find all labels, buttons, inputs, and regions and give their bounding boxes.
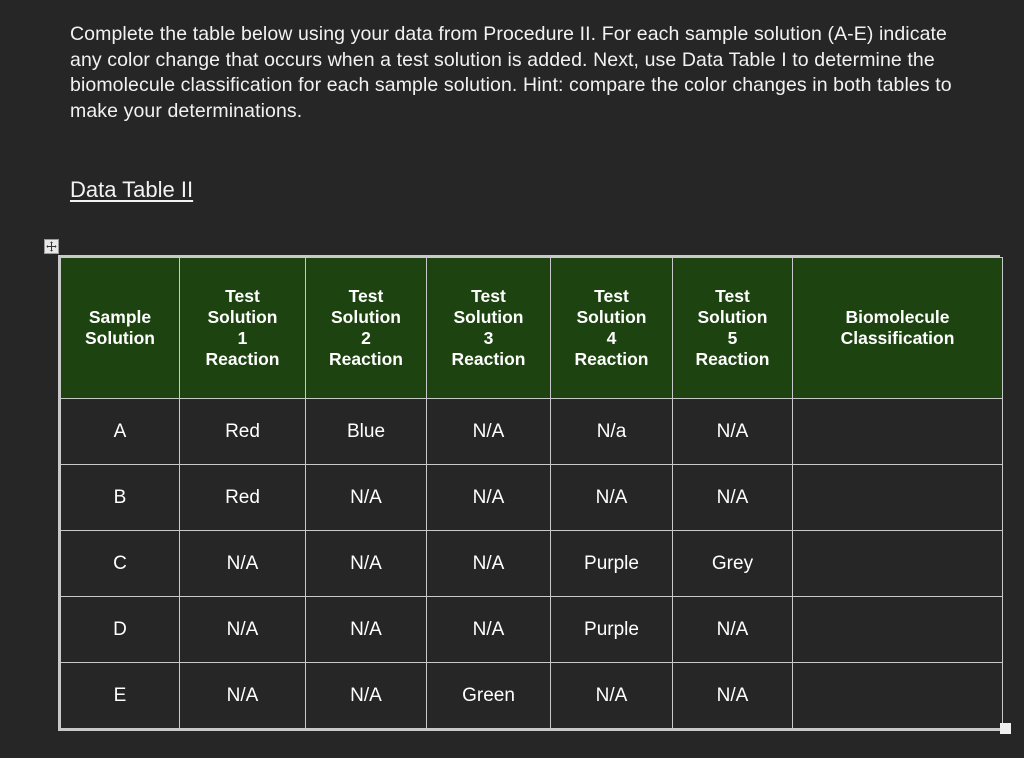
- cell-sample: D: [60, 596, 180, 663]
- column-header-sample-solution: Sample Solution: [60, 257, 180, 399]
- cell-classification[interactable]: [792, 398, 1003, 465]
- cell-ts4[interactable]: Purple: [550, 530, 673, 597]
- header-line: Reaction: [205, 349, 280, 369]
- table-row: D N/A N/A N/A Purple N/A: [60, 596, 1003, 663]
- header-line: Test: [471, 286, 506, 306]
- cell-ts3[interactable]: N/A: [426, 398, 551, 465]
- cell-ts1[interactable]: Red: [179, 398, 306, 465]
- resize-square-icon[interactable]: [1000, 723, 1011, 734]
- cell-ts3[interactable]: N/A: [426, 464, 551, 531]
- column-header-test-solution-4: Test Solution 4 Reaction: [550, 257, 673, 399]
- header-line: Classification: [840, 328, 955, 348]
- header-line: Solution: [697, 307, 768, 327]
- header-line: 4: [606, 328, 617, 348]
- cell-ts5[interactable]: Grey: [672, 530, 793, 597]
- move-cross-icon[interactable]: [44, 239, 59, 254]
- cell-ts5[interactable]: N/A: [672, 464, 793, 531]
- cell-ts2[interactable]: N/A: [305, 596, 427, 663]
- cell-ts5[interactable]: N/A: [672, 596, 793, 663]
- data-table-ii: Sample Solution Test Solution 1 Reaction…: [58, 255, 1003, 731]
- header-line: 5: [727, 328, 738, 348]
- column-header-test-solution-5: Test Solution 5 Reaction: [672, 257, 793, 399]
- cell-ts1[interactable]: N/A: [179, 596, 306, 663]
- cell-ts5[interactable]: N/A: [672, 398, 793, 465]
- cell-ts2[interactable]: N/A: [305, 464, 427, 531]
- header-line: Sample: [88, 307, 152, 327]
- cell-classification[interactable]: [792, 662, 1003, 729]
- header-line: Solution: [453, 307, 524, 327]
- header-line: Test: [715, 286, 750, 306]
- header-line: Biomolecule: [845, 307, 950, 327]
- header-line: Reaction: [574, 349, 649, 369]
- cell-ts4[interactable]: N/a: [550, 398, 673, 465]
- page-title: Data Table II: [70, 177, 194, 202]
- cell-ts2[interactable]: N/A: [305, 662, 427, 729]
- header-line: Test: [348, 286, 384, 306]
- header-line: Solution: [576, 307, 647, 327]
- header-line: Reaction: [451, 349, 526, 369]
- column-header-test-solution-3: Test Solution 3 Reaction: [426, 257, 551, 399]
- cell-ts3[interactable]: Green: [426, 662, 551, 729]
- table-header-row: Sample Solution Test Solution 1 Reaction…: [60, 257, 1003, 399]
- cell-classification[interactable]: [792, 596, 1003, 663]
- header-line: 1: [237, 328, 248, 348]
- header-line: 3: [483, 328, 494, 348]
- column-header-biomolecule-classification: Biomolecule Classification: [792, 257, 1003, 399]
- header-line: Solution: [85, 328, 155, 348]
- cell-ts2[interactable]: Blue: [305, 398, 427, 465]
- header-line: Test: [225, 286, 260, 306]
- table-row: C N/A N/A N/A Purple Grey: [60, 530, 1003, 597]
- cell-ts1[interactable]: N/A: [179, 530, 306, 597]
- cell-sample: E: [60, 662, 180, 729]
- column-header-test-solution-2: Test Solution 2 Reaction: [305, 257, 427, 399]
- header-line: Solution: [331, 307, 401, 327]
- header-line: Reaction: [695, 349, 770, 369]
- cell-ts2[interactable]: N/A: [305, 530, 427, 597]
- cell-ts1[interactable]: N/A: [179, 662, 306, 729]
- cell-ts3[interactable]: N/A: [426, 530, 551, 597]
- cell-ts4[interactable]: N/A: [550, 464, 673, 531]
- column-header-test-solution-1: Test Solution 1 Reaction: [179, 257, 306, 399]
- cell-sample: C: [60, 530, 180, 597]
- cell-ts5[interactable]: N/A: [672, 662, 793, 729]
- cell-classification[interactable]: [792, 530, 1003, 597]
- cell-ts4[interactable]: N/A: [550, 662, 673, 729]
- cell-classification[interactable]: [792, 464, 1003, 531]
- cell-ts1[interactable]: Red: [179, 464, 306, 531]
- header-line: 2: [361, 328, 371, 348]
- cell-sample: A: [60, 398, 180, 465]
- header-line: Solution: [207, 307, 278, 327]
- cell-ts3[interactable]: N/A: [426, 596, 551, 663]
- table-row: A Red Blue N/A N/a N/A: [60, 398, 1003, 465]
- header-line: Test: [594, 286, 629, 306]
- cell-ts4[interactable]: Purple: [550, 596, 673, 663]
- instructions-paragraph: Complete the table below using your data…: [70, 23, 952, 122]
- table-row: B Red N/A N/A N/A N/A: [60, 464, 1003, 531]
- table-row: E N/A N/A Green N/A N/A: [60, 662, 1003, 729]
- header-line: Reaction: [329, 349, 403, 369]
- cell-sample: B: [60, 464, 180, 531]
